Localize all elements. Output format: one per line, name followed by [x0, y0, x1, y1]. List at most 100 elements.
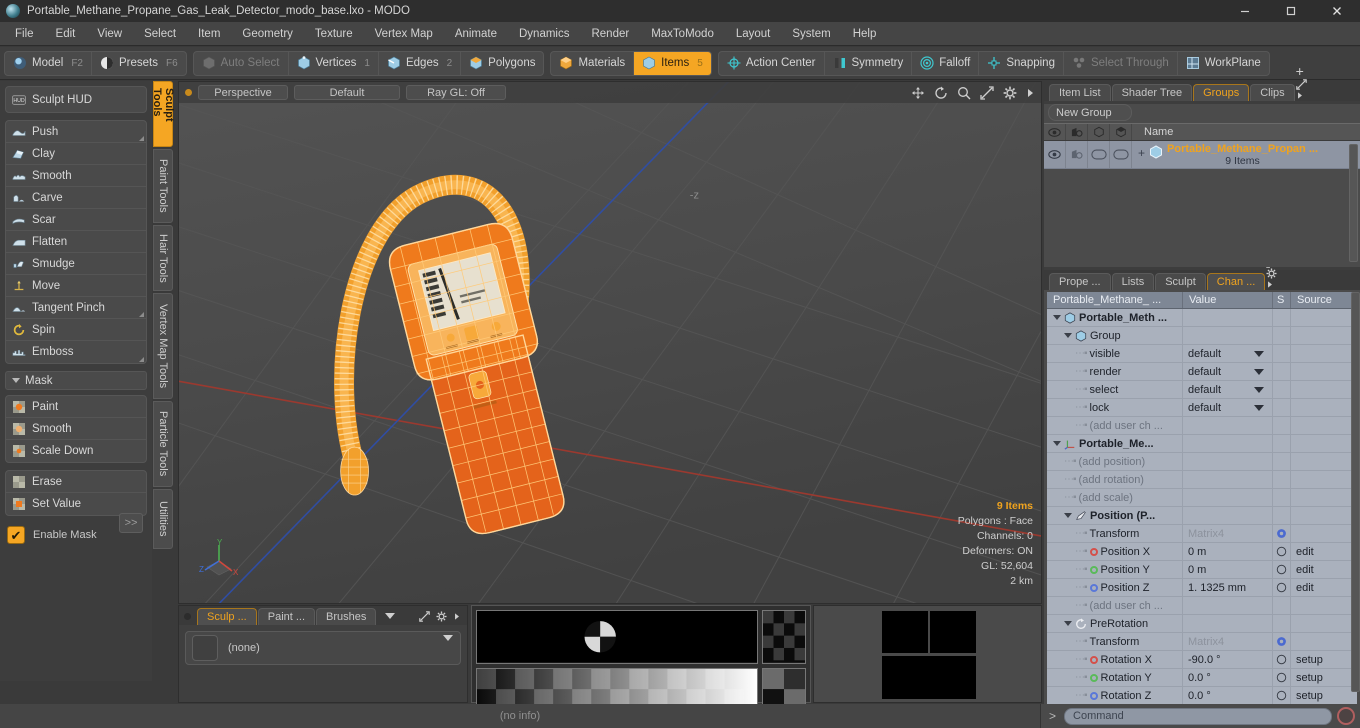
chevron-down-icon[interactable]	[1064, 333, 1072, 338]
channel-value-cell[interactable]: 0.0 °	[1183, 687, 1273, 704]
tool-flatten[interactable]: Flatten	[6, 231, 146, 253]
tab-channels[interactable]: Chan ...	[1206, 273, 1266, 290]
vtab-particle-tools[interactable]: Particle Tools	[153, 401, 173, 487]
channel-row[interactable]: Position (P...	[1047, 507, 1357, 525]
channel-state-cell[interactable]	[1273, 453, 1291, 470]
channel-value-cell[interactable]: -90.0 °	[1183, 651, 1273, 668]
channel-col-s[interactable]: S	[1273, 292, 1291, 308]
channel-state-cell[interactable]	[1273, 525, 1291, 542]
viewport-raygl-toggle[interactable]: Ray GL: Off	[406, 85, 506, 100]
gear-icon[interactable]	[1276, 528, 1287, 539]
menu-geometry[interactable]: Geometry	[231, 25, 304, 43]
tab-brushes[interactable]: Brushes	[316, 608, 377, 625]
channel-name-cell[interactable]: ⋯▪ Position Z	[1047, 579, 1183, 596]
channel-value-cell[interactable]	[1183, 417, 1273, 434]
gear-icon[interactable]	[1266, 268, 1277, 279]
channel-state-cell[interactable]	[1273, 543, 1291, 560]
channel-value-cell[interactable]: Matrix4	[1183, 633, 1273, 650]
channel-value-cell[interactable]: default	[1183, 363, 1273, 380]
channel-row[interactable]: ⋯▪ Position Y 0 m edit	[1047, 561, 1357, 579]
sculpt-hud-button[interactable]: HUD Sculpt HUD	[6, 87, 146, 112]
menu-help[interactable]: Help	[842, 25, 888, 43]
edges-button[interactable]: Edges 2	[379, 51, 462, 75]
tab-clips[interactable]: Clips	[1250, 84, 1295, 101]
plus-icon[interactable]: +	[1296, 63, 1304, 79]
channel-row[interactable]: ⋯▪ (add user ch ...	[1047, 597, 1357, 615]
chevron-down-icon[interactable]	[1064, 621, 1072, 626]
menu-edit[interactable]: Edit	[45, 25, 87, 43]
channel-state-toggle[interactable]	[1276, 672, 1287, 683]
channel-row[interactable]: ⋯▪ (add user ch ...	[1047, 417, 1357, 435]
tab-item-list[interactable]: Item List	[1049, 84, 1111, 101]
channel-source-cell[interactable]: edit	[1291, 546, 1357, 558]
channel-name-cell[interactable]: Portable_Meth ...	[1047, 309, 1183, 326]
menu-file[interactable]: File	[4, 25, 45, 43]
channel-value-cell[interactable]	[1183, 309, 1273, 326]
render-icon[interactable]	[1066, 124, 1088, 140]
channel-row[interactable]: ⋯▪ Transform Matrix4	[1047, 525, 1357, 543]
vtab-hair-tools[interactable]: Hair Tools	[153, 225, 173, 291]
vtab-vertex-map-tools[interactable]: Vertex Map Tools	[153, 293, 173, 399]
channel-value-cell[interactable]: default	[1183, 399, 1273, 416]
channel-value-cell[interactable]	[1183, 615, 1273, 632]
channel-name-cell[interactable]: ⋯▪ Position X	[1047, 543, 1183, 560]
viewport-menu-dot-icon[interactable]	[185, 89, 192, 96]
fit-icon[interactable]	[980, 85, 994, 100]
tool-tangent-pinch[interactable]: Tangent Pinch	[6, 297, 146, 319]
gear-icon[interactable]	[436, 611, 447, 622]
channel-state-cell[interactable]	[1273, 381, 1291, 398]
tab-paint[interactable]: Paint ...	[257, 608, 316, 625]
channel-value-cell[interactable]: 0.0 °	[1183, 669, 1273, 686]
arrow-right-icon[interactable]	[453, 611, 461, 622]
auto-select-button[interactable]: Auto Select	[194, 51, 289, 75]
channel-row[interactable]: ⋯▪ render default	[1047, 363, 1357, 381]
chevron-down-icon[interactable]	[1053, 441, 1061, 446]
row-eye-icon[interactable]	[1044, 141, 1066, 168]
menu-animate[interactable]: Animate	[444, 25, 508, 43]
viewport-shading-mode[interactable]: Default	[294, 85, 400, 100]
vtab-paint-tools[interactable]: Paint Tools	[153, 149, 173, 223]
rotate-icon[interactable]	[934, 86, 948, 100]
tab-lists[interactable]: Lists	[1111, 273, 1155, 290]
tab-sculpt-props[interactable]: Sculpt	[1155, 273, 1206, 290]
tool-clay[interactable]: Clay	[6, 143, 146, 165]
mask-smooth-button[interactable]: Smooth	[6, 418, 146, 440]
channel-row[interactable]: ⋯▪ Transform Matrix4	[1047, 633, 1357, 651]
zoom-icon[interactable]	[957, 86, 971, 100]
channel-name-cell[interactable]: ⋯▪ render	[1047, 363, 1183, 380]
expand-icon[interactable]	[1295, 79, 1307, 90]
tool-scar[interactable]: Scar	[6, 209, 146, 231]
tool-spin[interactable]: Spin	[6, 319, 146, 341]
chevron-down-icon[interactable]	[385, 613, 396, 619]
menu-render[interactable]: Render	[580, 25, 640, 43]
action-center-button[interactable]: Action Center	[719, 51, 825, 75]
brush-alpha-swatch[interactable]	[762, 610, 806, 664]
menu-dynamics[interactable]: Dynamics	[508, 25, 580, 43]
channel-value-cell[interactable]: 0 m	[1183, 561, 1273, 578]
tool-smooth[interactable]: Smooth	[6, 165, 146, 187]
channel-name-cell[interactable]: ⋯▪ (add position)	[1047, 453, 1183, 470]
chevron-down-icon[interactable]	[1064, 513, 1072, 518]
channels-rows[interactable]: Portable_Meth ... Group ⋯▪ visible default ⋯▪…	[1047, 309, 1357, 705]
workplane-button[interactable]: WorkPlane	[1178, 52, 1269, 75]
channel-value-cell[interactable]: default	[1183, 345, 1273, 362]
channel-state-cell[interactable]	[1273, 597, 1291, 614]
channel-name-cell[interactable]: ⋯▪ Rotation X	[1047, 651, 1183, 668]
channel-name-cell[interactable]: ⋯▪ (add user ch ...	[1047, 597, 1183, 614]
mask-paint-button[interactable]: Paint	[6, 396, 146, 418]
channel-name-cell[interactable]: ⋯▪ (add scale)	[1047, 489, 1183, 506]
tool-emboss[interactable]: Emboss	[6, 341, 146, 363]
falloff-button[interactable]: Falloff	[912, 51, 980, 75]
3d-viewport[interactable]: -z Perspective Default Ray GL: Off Y Z X…	[178, 81, 1042, 604]
texture-preview-panel[interactable]	[471, 605, 811, 710]
shaded-icon[interactable]	[1110, 124, 1132, 140]
groups-empty-area[interactable]	[1044, 169, 1360, 251]
channel-state-cell[interactable]	[1273, 489, 1291, 506]
channel-state-cell[interactable]	[1273, 579, 1291, 596]
mode-presets-button[interactable]: Presets F6	[92, 52, 186, 75]
channel-name-cell[interactable]: PreRotation	[1047, 615, 1183, 632]
channel-state-cell[interactable]	[1273, 345, 1291, 362]
channel-col-name[interactable]: Portable_Methane_ ...	[1047, 292, 1183, 308]
menu-vertex-map[interactable]: Vertex Map	[364, 25, 444, 43]
channel-name-cell[interactable]: ⋯▪ Rotation Z	[1047, 687, 1183, 704]
